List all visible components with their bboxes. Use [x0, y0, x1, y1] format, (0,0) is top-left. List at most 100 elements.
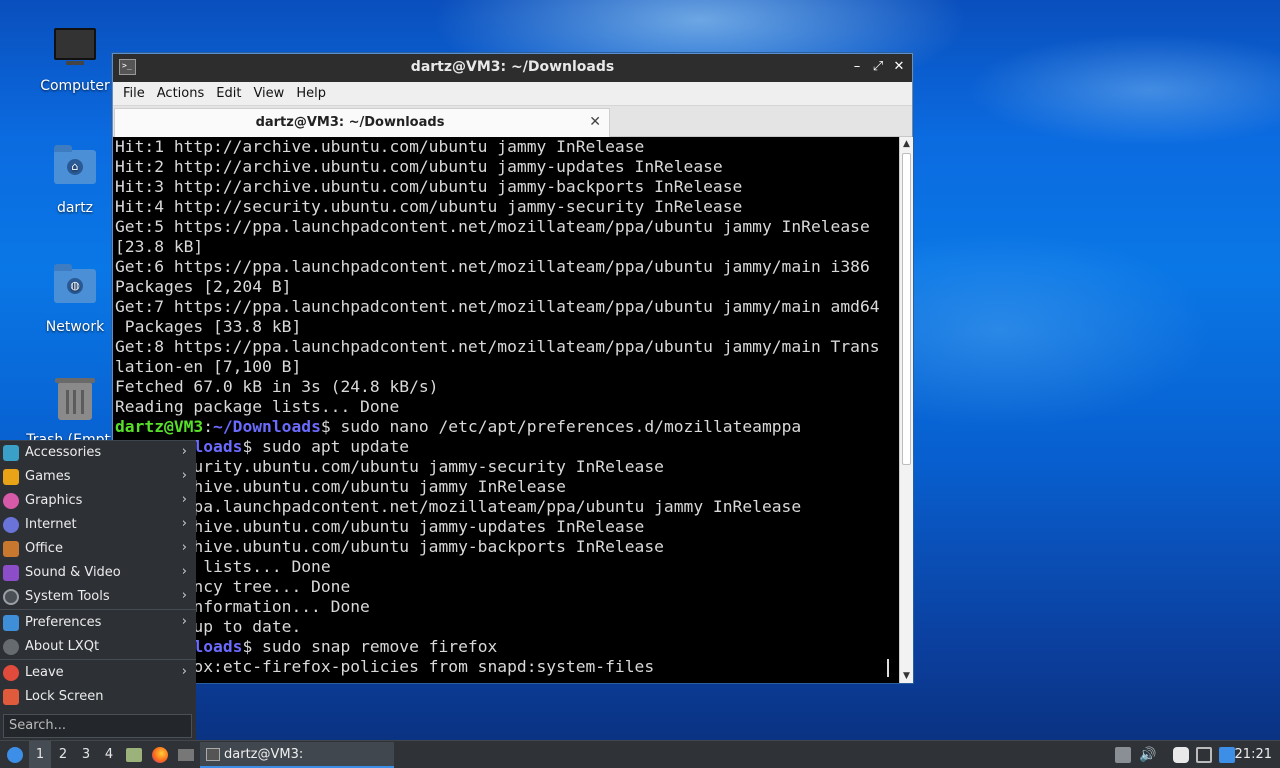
menu-actions[interactable]: Actions	[151, 86, 211, 101]
terminal-line: Get:8 https://ppa.launchpadcontent.net/m…	[115, 337, 880, 356]
network-tray-icon[interactable]	[1196, 747, 1212, 763]
terminal-window[interactable]: >_ dartz@VM3: ~/Downloads – ⤢ ✕ File Act…	[112, 53, 913, 683]
menu-item-graphics[interactable]: Graphics ›	[0, 489, 196, 513]
menu-item-internet[interactable]: Internet ›	[0, 513, 196, 537]
lxqt-logo-icon	[7, 747, 23, 763]
preferences-icon	[3, 615, 19, 631]
terminal-line: Reading package lists... Done	[115, 397, 400, 416]
prompt-command: $ sudo nano /etc/apt/preferences.d/mozil…	[320, 417, 802, 436]
menu-item-lock-screen[interactable]: Lock Screen	[0, 685, 196, 709]
menu-separator	[0, 609, 196, 610]
desktop-icon-label: Computer	[40, 78, 110, 94]
menu-item-accessories[interactable]: Accessories ›	[0, 441, 196, 465]
scroll-down-icon[interactable]: ▼	[900, 669, 913, 683]
terminal-line: tp://archive.ubuntu.com/ubuntu jammy InR…	[115, 477, 566, 496]
terminal-line: Get:6 https://ppa.launchpadcontent.net/m…	[115, 257, 870, 276]
workspace-2[interactable]: 2	[52, 741, 74, 768]
clock[interactable]: 21:21	[1235, 741, 1272, 768]
menu-view[interactable]: View	[247, 86, 290, 101]
start-menu-button[interactable]	[4, 741, 26, 768]
close-button[interactable]: ✕	[890, 58, 908, 76]
chevron-right-icon: ›	[181, 664, 187, 679]
menu-search-input[interactable]: Search...	[3, 714, 192, 738]
terminal-line: Packages [2,204 B]	[115, 277, 292, 296]
menu-item-label: Graphics	[25, 493, 83, 508]
volume-icon[interactable]: 🔊	[1139, 741, 1157, 768]
terminal-output[interactable]: Hit:1 http://archive.ubuntu.com/ubuntu j…	[113, 137, 899, 683]
chevron-right-icon: ›	[181, 540, 187, 555]
menu-item-about-lxqt[interactable]: About LXQt	[0, 635, 196, 659]
taskbar-window-label: dartz@VM3: ~/Downloads	[224, 747, 304, 762]
menu-item-label: Accessories	[25, 445, 102, 460]
network-folder-icon: ◍	[53, 264, 97, 313]
trash-icon	[53, 378, 97, 426]
workspace-3[interactable]: 3	[75, 741, 97, 768]
tab-bar: dartz@VM3: ~/Downloads ✕	[113, 106, 912, 137]
menu-item-label: About LXQt	[25, 639, 100, 654]
prompt-command: $ sudo snap remove firefox	[242, 637, 498, 656]
clipboard-icon[interactable]	[1173, 747, 1189, 763]
start-menu: Accessories › Games › Graphics › Interne…	[0, 440, 196, 740]
text-cursor	[887, 659, 889, 677]
update-notifier-icon[interactable]	[1219, 747, 1235, 763]
show-desktop-button[interactable]	[176, 741, 196, 768]
terminal-line: Fetched 67.0 kB in 3s (24.8 kB/s)	[115, 377, 439, 396]
chevron-right-icon: ›	[181, 444, 187, 459]
chevron-right-icon: ›	[181, 468, 187, 483]
terminal-line: lation-en [7,100 B]	[115, 357, 302, 376]
terminal-line: Hit:1 http://archive.ubuntu.com/ubuntu j…	[115, 137, 645, 156]
menu-item-games[interactable]: Games ›	[0, 465, 196, 489]
menu-item-preferences[interactable]: Preferences ›	[0, 611, 196, 635]
desktop-icon-home[interactable]: ⌂ dartz	[25, 142, 125, 216]
taskbar-window-terminal[interactable]: dartz@VM3: ~/Downloads	[200, 742, 394, 768]
desktop-icon-network[interactable]: ◍ Network	[25, 261, 125, 335]
scroll-up-icon[interactable]: ▲	[900, 137, 913, 151]
terminal-app-icon	[206, 748, 220, 761]
terminal-scrollbar[interactable]: ▲ ▼	[899, 137, 913, 683]
menu-item-label: Office	[25, 541, 63, 556]
menu-item-system-tools[interactable]: System Tools ›	[0, 585, 196, 609]
workspace-4[interactable]: 4	[98, 741, 120, 768]
tab-terminal[interactable]: dartz@VM3: ~/Downloads ✕	[114, 108, 610, 137]
chevron-right-icon: ›	[181, 588, 187, 603]
terminal-line: Hit:4 http://security.ubuntu.com/ubuntu …	[115, 197, 743, 216]
terminal-line: tp://archive.ubuntu.com/ubuntu jammy-bac…	[115, 537, 664, 556]
scrollbar-thumb[interactable]	[902, 153, 911, 465]
prompt-path: ~/Downloads	[213, 417, 321, 436]
menu-item-sound-video[interactable]: Sound & Video ›	[0, 561, 196, 585]
chevron-right-icon: ›	[181, 492, 187, 507]
terminal-line: tp://security.ubuntu.com/ubuntu jammy-se…	[115, 457, 664, 476]
menu-item-leave[interactable]: Leave ›	[0, 661, 196, 685]
menu-edit[interactable]: Edit	[210, 86, 247, 101]
terminal-line: Get:5 https://ppa.launchpadcontent.net/m…	[115, 217, 870, 236]
minimize-button[interactable]: –	[848, 58, 866, 76]
menu-bar: File Actions Edit View Help	[113, 82, 912, 106]
menu-item-office[interactable]: Office ›	[0, 537, 196, 561]
firefox-launcher[interactable]	[150, 741, 170, 768]
terminal-line: ct firefox:etc-firefox-policies from sna…	[115, 657, 655, 676]
menu-item-label: System Tools	[25, 589, 110, 604]
menu-item-label: Lock Screen	[25, 689, 104, 704]
workspace-1[interactable]: 1	[29, 741, 51, 768]
menu-separator	[0, 659, 196, 660]
terminal-prompt-line: 3:~/Downloads$ sudo snap remove firefox	[113, 637, 899, 657]
tray-app-icon[interactable]	[1115, 747, 1131, 763]
desktop-icon-computer[interactable]: Computer	[25, 22, 125, 94]
terminal-line: [23.8 kB]	[115, 237, 204, 256]
tab-close-icon[interactable]: ✕	[589, 114, 601, 130]
terminal-prompt-line: dartz@VM3:~/Downloads$ sudo nano /etc/ap…	[115, 417, 802, 436]
menu-help[interactable]: Help	[290, 86, 332, 101]
lock-icon	[3, 689, 19, 705]
file-manager-icon	[126, 748, 142, 762]
accessories-icon	[3, 445, 19, 461]
window-titlebar[interactable]: >_ dartz@VM3: ~/Downloads – ⤢ ✕	[113, 54, 912, 82]
desktop-icon-trash[interactable]: Trash (Empty)	[25, 378, 125, 448]
maximize-button[interactable]: ⤢	[869, 58, 887, 76]
terminal-prompt-line: 3:~/Downloads$ sudo apt update	[113, 437, 899, 457]
menu-file[interactable]: File	[117, 86, 151, 101]
about-icon	[3, 639, 19, 655]
terminal-line: package lists... Done	[115, 557, 331, 576]
file-manager-launcher[interactable]	[124, 741, 144, 768]
games-icon	[3, 469, 19, 485]
leave-icon	[3, 665, 19, 681]
